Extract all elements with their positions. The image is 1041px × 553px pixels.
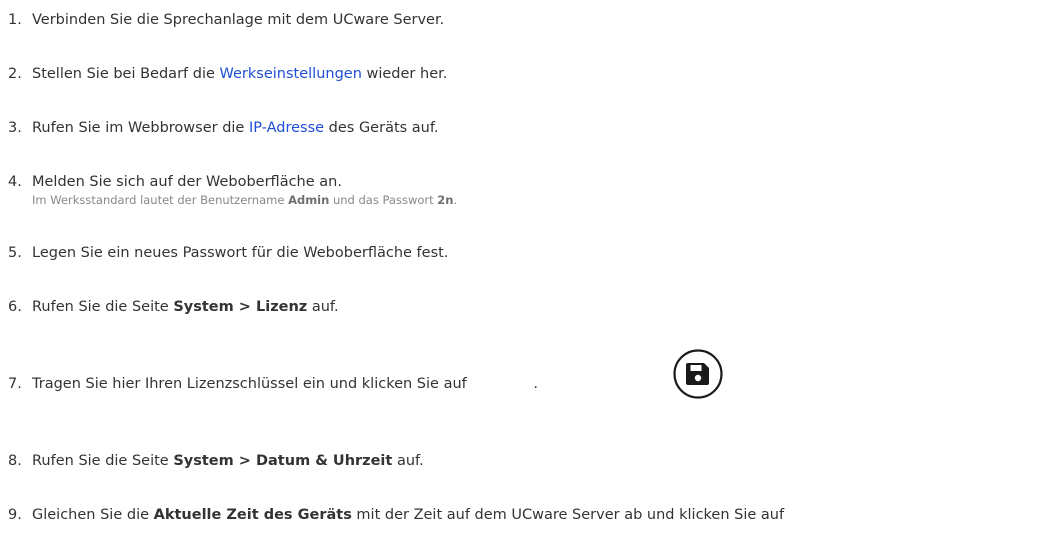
note-text-post: . <box>453 193 458 207</box>
step-9: 9. Gleichen Sie die Aktuelle Zeit des Ger… <box>8 506 784 524</box>
step-8: 8. Rufen Sie die Seite System > Datum & U… <box>8 452 424 470</box>
step-text: Verbinden Sie die Sprechanlage mit dem U… <box>32 12 445 28</box>
step-number: 3. <box>8 120 22 136</box>
step-number: 1. <box>8 12 22 28</box>
step-text-pre: Stellen Sie bei Bedarf die <box>32 66 220 82</box>
step-5: 5. Legen Sie ein neues Passwort für die W… <box>8 244 448 262</box>
menu-path: System > Lizenz <box>173 299 308 315</box>
save-icon <box>673 349 723 399</box>
login-note: Im Werksstandard lautet der Benutzername… <box>32 193 457 208</box>
default-username: Admin <box>288 193 330 207</box>
step-text-post: auf. <box>392 453 424 469</box>
step-7: 7. Tragen Sie hier Ihren Lizenzschlüssel … <box>8 375 538 393</box>
step-text-post: des Geräts auf. <box>324 120 439 136</box>
step-text-pre: Tragen Sie hier Ihren Lizenzschlüssel ei… <box>32 376 472 392</box>
step-text-post: wieder her. <box>361 66 448 82</box>
step-2: 2. Stellen Sie bei Bedarf die Werkseinste… <box>8 65 447 83</box>
step-number: 9. <box>8 507 22 523</box>
step-number: 8. <box>8 453 22 469</box>
step-6: 6. Rufen Sie die Seite System > Lizenz au… <box>8 298 339 316</box>
step-number: 6. <box>8 299 22 315</box>
step-text-pre: Gleichen Sie die <box>32 507 154 523</box>
step-text-pre: Rufen Sie die Seite <box>32 453 174 469</box>
step-4: 4. Melden Sie sich auf der Weboberfläche … <box>8 173 457 208</box>
step-text: Legen Sie ein neues Passwort für die Web… <box>32 245 449 261</box>
field-name: Aktuelle Zeit des Geräts <box>153 507 352 523</box>
step-text-post: . <box>533 376 538 392</box>
step-number: 4. <box>8 174 22 190</box>
note-text-mid: und das Passwort <box>329 193 438 207</box>
step-text-post: mit der Zeit auf dem UCware Server ab un… <box>351 507 785 523</box>
step-text-pre: Rufen Sie im Webbrowser die <box>32 120 249 136</box>
step-text-post: auf. <box>307 299 339 315</box>
step-text: Melden Sie sich auf der Weboberfläche an… <box>32 174 342 190</box>
step-number: 5. <box>8 245 22 261</box>
step-1: 1. Verbinden Sie die Sprechanlage mit dem… <box>8 11 444 29</box>
note-text-pre: Im Werksstandard lautet der Benutzername <box>32 193 289 207</box>
step-number: 2. <box>8 66 22 82</box>
default-password: 2n <box>437 193 454 207</box>
save-button[interactable] <box>673 349 723 399</box>
step-text-pre: Rufen Sie die Seite <box>32 299 174 315</box>
factory-settings-link[interactable]: Werkseinstellungen <box>220 66 362 82</box>
step-3: 3. Rufen Sie im Webbrowser die IP-Adresse… <box>8 119 439 137</box>
step-number: 7. <box>8 376 22 392</box>
ip-address-link[interactable]: IP-Adresse <box>249 120 324 136</box>
menu-path: System > Datum & Uhrzeit <box>173 453 393 469</box>
